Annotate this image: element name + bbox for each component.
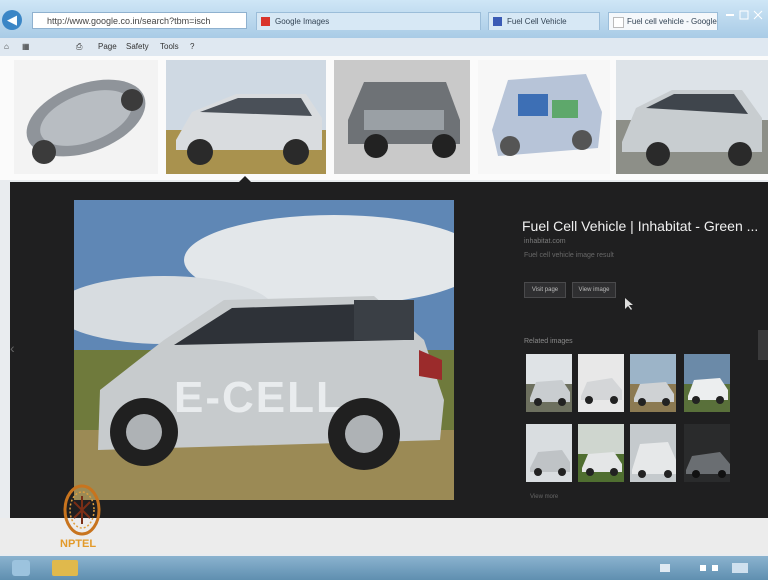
ecell-car-photo: E-CELL xyxy=(74,200,454,500)
previous-arrow-icon[interactable]: ‹ xyxy=(10,340,20,362)
visit-page-button[interactable]: Visit page xyxy=(524,282,566,298)
address-bar[interactable]: http://www.google.co.in/search?tbm=isch xyxy=(32,12,247,29)
back-arrow-icon: ◀ xyxy=(7,12,17,27)
nptel-logo: NPTEL xyxy=(56,482,108,554)
favicon-icon xyxy=(493,17,502,26)
taskbar-app-explorer[interactable] xyxy=(52,560,78,576)
feeds-icon[interactable]: ▦ xyxy=(22,42,30,51)
thumbnail-chassis[interactable] xyxy=(14,60,158,174)
tab-google-images[interactable]: Google Images xyxy=(256,12,481,30)
tab-google-search[interactable]: Fuel cell vehicle - Google Search xyxy=(608,12,718,30)
menu-safety[interactable]: Safety xyxy=(126,42,149,51)
thumbnail-ecell-front[interactable] xyxy=(616,60,768,174)
related-images-label: Related images xyxy=(524,338,573,345)
thumbnail-image xyxy=(478,60,610,174)
related-image[interactable] xyxy=(630,424,676,482)
related-image[interactable] xyxy=(684,354,730,412)
thumbnail-ecell-side[interactable] xyxy=(166,60,326,174)
results-below-area xyxy=(0,518,768,554)
more-related-link[interactable]: View more xyxy=(530,494,558,500)
image-description: Fuel cell vehicle image result xyxy=(524,252,614,259)
related-image[interactable] xyxy=(526,424,572,482)
tab-label: Fuel cell vehicle - Google Search xyxy=(627,17,717,26)
tab-fuel-cell-vehicle[interactable]: Fuel Cell Vehicle xyxy=(488,12,600,30)
tab-label: Fuel Cell Vehicle xyxy=(507,17,567,26)
thumbnail-image xyxy=(166,60,326,174)
help-icon[interactable]: ? xyxy=(190,42,194,51)
mouse-cursor-icon xyxy=(624,297,634,316)
related-image[interactable] xyxy=(578,354,624,412)
nptel-logo-text: NPTEL xyxy=(60,538,97,550)
print-icon[interactable]: ⎙ xyxy=(76,42,82,52)
image-title[interactable]: Fuel Cell Vehicle | Inhabitat - Green ..… xyxy=(522,218,758,234)
thumbnail-cutaway-diagram[interactable] xyxy=(478,60,610,174)
thumbnail-image xyxy=(616,60,768,174)
taskbar xyxy=(0,556,768,580)
favicon-icon xyxy=(261,17,270,26)
back-button[interactable]: ◀ xyxy=(2,10,22,30)
related-image[interactable] xyxy=(526,354,572,412)
home-icon[interactable]: ⌂ xyxy=(4,42,9,51)
image-source[interactable]: inhabitat.com xyxy=(524,238,566,245)
window-controls[interactable] xyxy=(724,8,764,22)
thumbnail-image xyxy=(334,60,470,174)
view-image-button[interactable]: View image xyxy=(572,282,616,298)
window-controls-icon xyxy=(726,10,763,20)
menu-tools[interactable]: Tools xyxy=(160,42,179,51)
related-image[interactable] xyxy=(578,424,624,482)
thumbnail-underbody[interactable] xyxy=(334,60,470,174)
tray-icons xyxy=(660,563,748,573)
favicon-icon xyxy=(613,17,624,28)
start-button[interactable] xyxy=(12,560,30,576)
main-image[interactable]: E-CELL xyxy=(74,200,454,500)
thumbnail-image xyxy=(14,60,158,174)
menu-page[interactable]: Page xyxy=(98,42,117,51)
svg-text:E-CELL: E-CELL xyxy=(174,373,345,422)
tab-label: Google Images xyxy=(275,17,330,26)
related-image[interactable] xyxy=(684,424,730,482)
related-image[interactable] xyxy=(630,354,676,412)
system-tray[interactable] xyxy=(660,562,750,576)
command-bar: ⌂ ▦ ⎙ Page Safety Tools ? xyxy=(0,38,768,56)
next-arrow-icon[interactable] xyxy=(758,330,768,360)
